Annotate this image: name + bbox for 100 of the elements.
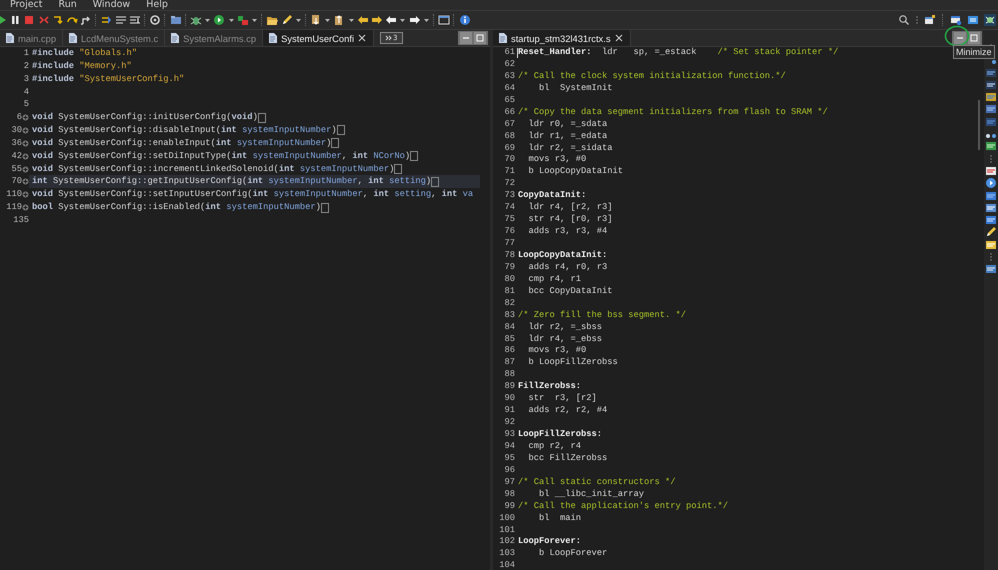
step-into-icon[interactable] bbox=[52, 14, 64, 26]
open-folder-icon[interactable] bbox=[266, 14, 278, 26]
line-number: 88 bbox=[504, 369, 515, 382]
play-circle-icon[interactable] bbox=[985, 177, 997, 190]
maximize-icon[interactable] bbox=[474, 32, 486, 44]
line-number: 2 bbox=[24, 60, 29, 73]
perspective-icon[interactable] bbox=[950, 14, 962, 26]
pen-icon[interactable] bbox=[985, 226, 997, 238]
code-line: ldr r0, =_sdata bbox=[528, 118, 608, 131]
file-icon bbox=[169, 32, 180, 44]
pen-icon[interactable] bbox=[280, 14, 292, 26]
line-number: 66 bbox=[504, 106, 515, 119]
panel-icon[interactable] bbox=[985, 214, 997, 226]
expand-icon[interactable] bbox=[22, 152, 29, 160]
bug-icon[interactable] bbox=[190, 14, 202, 26]
window-icon[interactable] bbox=[985, 202, 997, 214]
expand-icon[interactable] bbox=[22, 178, 29, 186]
minimize-icon[interactable] bbox=[954, 32, 966, 44]
arrow-right-icon[interactable] bbox=[408, 14, 421, 26]
expand-icon[interactable] bbox=[22, 140, 29, 147]
code-line: Reset_Handler: ldr sp, =_estack /* Set stack pointer */ bbox=[518, 47, 838, 59]
folded-code-icon[interactable] bbox=[394, 164, 402, 174]
window-icon[interactable] bbox=[985, 263, 997, 276]
code-line: FillZerobss: bbox=[518, 381, 582, 394]
code-line: void SystemUserConfig::initUserConfig(void) bbox=[32, 111, 258, 124]
line-number: 63 bbox=[504, 70, 515, 83]
code-line: void SystemUserConfig::incrementLinkedSolenoid(int systemInputNumber) bbox=[32, 162, 394, 176]
list-icon[interactable] bbox=[985, 78, 997, 91]
line-number: 110 bbox=[6, 188, 22, 202]
maximize-icon[interactable] bbox=[968, 32, 980, 44]
folded-code-icon[interactable] bbox=[410, 151, 418, 162]
menu-item[interactable]: Window bbox=[92, 0, 130, 10]
minimize-icon[interactable] bbox=[460, 32, 472, 44]
expand-icon[interactable] bbox=[22, 204, 29, 212]
code-line: b LoopFillZerobss bbox=[528, 357, 618, 370]
code-line: ldr r4, [r2, r3] bbox=[528, 202, 613, 214]
arrow-right-icon[interactable] bbox=[371, 14, 383, 26]
external-tool-icon[interactable] bbox=[236, 14, 249, 26]
text-lines-icon[interactable] bbox=[114, 14, 127, 26]
play-icon[interactable] bbox=[0, 14, 7, 26]
line-number: 119 bbox=[6, 201, 22, 214]
search-icon[interactable] bbox=[898, 14, 910, 26]
line-number: 96 bbox=[504, 464, 515, 477]
file-icon bbox=[4, 32, 15, 44]
expand-icon[interactable] bbox=[22, 166, 29, 173]
code-line: /* Copy the data segment initializers from flash to SRAM */ bbox=[518, 106, 828, 119]
close-icon[interactable] bbox=[357, 33, 368, 43]
folded-code-icon[interactable] bbox=[331, 138, 340, 148]
folded-code-icon[interactable] bbox=[320, 202, 329, 213]
arrow-lines-icon[interactable] bbox=[100, 14, 112, 26]
editor-tab[interactable]: startup_stm32l431rctx.s bbox=[493, 30, 631, 46]
cog-icon[interactable] bbox=[149, 14, 162, 26]
expand-icon[interactable] bbox=[22, 191, 29, 198]
code-line: bl main bbox=[538, 512, 582, 525]
arrow-left-icon[interactable] bbox=[356, 14, 369, 26]
menu-item[interactable]: Help bbox=[146, 0, 168, 10]
folded-code-icon[interactable] bbox=[258, 112, 266, 123]
disconnect-icon[interactable] bbox=[38, 14, 50, 26]
code-line: str r3, [r2] bbox=[528, 393, 597, 406]
line-number: 80 bbox=[504, 274, 515, 286]
close-icon[interactable] bbox=[614, 33, 624, 43]
menu-item[interactable]: Run bbox=[58, 0, 77, 10]
folder-icon[interactable] bbox=[170, 14, 182, 26]
code-line: b LoopForever bbox=[538, 548, 608, 560]
code-line: str r4, [r0, r3] bbox=[528, 214, 613, 226]
line-number: 85 bbox=[504, 334, 515, 346]
code-line: #include "SystemUserConfig.h" bbox=[32, 72, 184, 86]
text-arrow-icon[interactable] bbox=[128, 14, 141, 26]
line-number: 67 bbox=[504, 118, 515, 131]
line-number: 71 bbox=[504, 166, 515, 178]
line-number: 91 bbox=[504, 405, 515, 418]
line-number: 93 bbox=[504, 429, 515, 441]
list-icon[interactable] bbox=[985, 66, 997, 79]
arrow-left-icon[interactable] bbox=[385, 14, 398, 26]
tooltip: Minimize bbox=[953, 45, 995, 59]
line-number: 73 bbox=[504, 190, 515, 202]
step-over-icon[interactable] bbox=[66, 14, 78, 26]
step-return-icon[interactable] bbox=[80, 14, 92, 26]
code-line: bcc FillZerobss bbox=[528, 452, 608, 465]
line-number: 135 bbox=[13, 214, 29, 227]
pause-icon[interactable] bbox=[9, 14, 22, 26]
panel-icon[interactable] bbox=[985, 190, 997, 202]
info-icon[interactable] bbox=[458, 14, 470, 26]
scrollbar-thumb[interactable] bbox=[978, 100, 980, 150]
run-icon[interactable] bbox=[213, 14, 226, 26]
window-icon[interactable] bbox=[438, 14, 450, 26]
menu-item[interactable]: Project bbox=[10, 0, 43, 10]
folded-code-icon[interactable] bbox=[431, 176, 440, 187]
line-number: 83 bbox=[504, 310, 515, 322]
code-line: ldr r1, =_edata bbox=[528, 130, 608, 143]
code-line: adds r4, r0, r3 bbox=[528, 262, 608, 274]
document-icon[interactable] bbox=[985, 238, 997, 251]
line-number: 62 bbox=[504, 58, 515, 71]
line-number: 65 bbox=[504, 94, 515, 107]
folded-code-icon[interactable] bbox=[336, 125, 345, 136]
bug-icon[interactable] bbox=[984, 14, 996, 26]
editor-tab[interactable]: SystemUserConfi bbox=[263, 30, 374, 46]
window-plus-icon[interactable] bbox=[924, 14, 936, 26]
expand-icon[interactable] bbox=[22, 114, 29, 122]
expand-icon[interactable] bbox=[22, 126, 29, 134]
